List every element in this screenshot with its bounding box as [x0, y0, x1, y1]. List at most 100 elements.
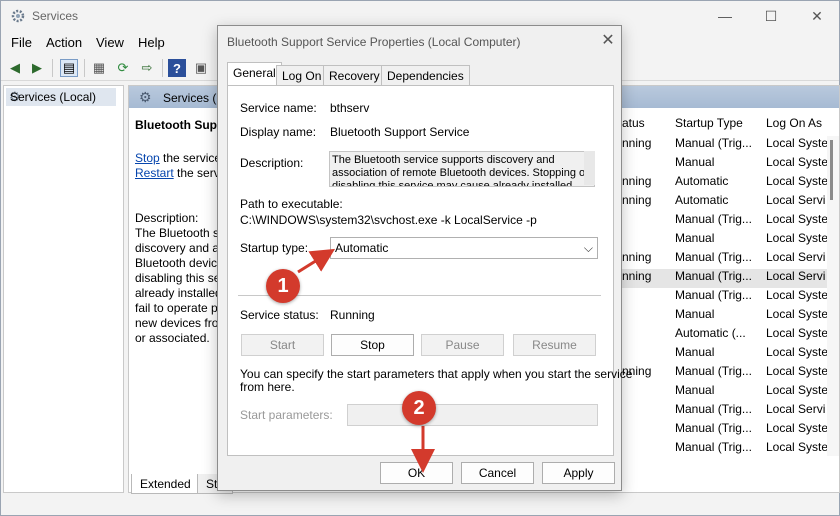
row-log-on-as[interactable]: Local Syste — [766, 326, 828, 340]
row-log-on-as[interactable]: Local Servi — [766, 402, 825, 416]
row-startup-type[interactable]: Automatic — [675, 174, 728, 188]
apply-button[interactable]: Apply — [542, 462, 615, 484]
resume-button[interactable]: Resume — [513, 334, 596, 356]
tab-general[interactable]: General — [227, 62, 282, 86]
row-log-on-as[interactable]: Local Syste — [766, 231, 828, 245]
description-line: The Bluetooth se — [135, 226, 226, 240]
tab-recovery[interactable]: Recovery — [323, 65, 386, 85]
row-log-on-as[interactable]: Local Syste — [766, 364, 828, 378]
description-box[interactable]: The Bluetooth service supports discovery… — [329, 151, 595, 187]
row-log-on-as[interactable]: Local Syste — [766, 288, 828, 302]
row-startup-type[interactable]: Manual (Trig... — [675, 212, 752, 226]
console-tree: ⚙ Services (Local) — [3, 85, 124, 493]
params-help-text: You can specify the start parameters tha… — [240, 367, 633, 381]
row-startup-type[interactable]: Manual — [675, 231, 714, 245]
pause-button[interactable]: Pause — [421, 334, 504, 356]
row-startup-type[interactable]: Manual — [675, 383, 714, 397]
minimize-button[interactable]: — — [702, 1, 748, 31]
show-hide-console-tree-icon[interactable]: ▤ — [60, 59, 78, 77]
scrollbar-thumb[interactable] — [830, 140, 833, 200]
restart-link[interactable]: Restart — [135, 166, 174, 180]
row-startup-type[interactable]: Manual (Trig... — [675, 364, 752, 378]
back-icon[interactable]: ◀ — [6, 59, 24, 77]
row-log-on-as[interactable]: Local Servi — [766, 250, 825, 264]
selected-service-title: Bluetooth Supp — [135, 118, 225, 132]
row-status[interactable]: nning — [622, 193, 651, 207]
vertical-scrollbar[interactable] — [827, 136, 839, 456]
row-log-on-as[interactable]: Local Syste — [766, 136, 828, 150]
column-header-startup-type[interactable]: Startup Type — [675, 116, 743, 130]
row-startup-type[interactable]: Manual (Trig... — [675, 402, 752, 416]
startup-type-value: Automatic — [335, 241, 389, 255]
menu-file[interactable]: File — [11, 35, 32, 50]
column-header-log-on-as[interactable]: Log On As — [766, 116, 822, 130]
row-startup-type[interactable]: Automatic — [675, 193, 728, 207]
close-button[interactable]: ✕ — [794, 1, 840, 31]
row-status[interactable]: nning — [622, 174, 651, 188]
stop-button[interactable]: Stop — [331, 334, 414, 356]
refresh-icon[interactable]: ⟳ — [114, 59, 132, 77]
services-gear-icon: ⚙ — [139, 89, 152, 105]
row-log-on-as[interactable]: Local Syste — [766, 345, 828, 359]
description-line: discovery and as — [135, 241, 226, 255]
description-line: new devices fror — [135, 316, 223, 330]
stop-link[interactable]: Stop — [135, 151, 160, 165]
ok-button[interactable]: OK — [380, 462, 453, 484]
row-startup-type[interactable]: Manual — [675, 155, 714, 169]
menu-view[interactable]: View — [96, 35, 124, 50]
row-startup-type[interactable]: Automatic (... — [675, 326, 746, 340]
row-startup-type[interactable]: Manual (Trig... — [675, 288, 752, 302]
restart-line: Restart the servi — [135, 166, 222, 180]
row-startup-type[interactable]: Manual (Trig... — [675, 136, 752, 150]
row-log-on-as[interactable]: Local Syste — [766, 155, 828, 169]
export-list-icon[interactable]: ⇨ — [138, 59, 156, 77]
tab-extended[interactable]: Extended — [131, 474, 200, 494]
description-line: already installed — [135, 286, 222, 300]
menu-help[interactable]: Help — [138, 35, 165, 50]
description-scrollbar[interactable] — [584, 151, 595, 185]
row-log-on-as[interactable]: Local Syste — [766, 421, 828, 435]
chevron-down-icon: ⌵ — [583, 241, 593, 255]
row-status[interactable]: nning — [622, 136, 651, 150]
properties-icon[interactable]: ▦ — [90, 59, 108, 77]
tree-item-services-local[interactable]: ⚙ Services (Local) — [6, 88, 116, 106]
row-log-on-as[interactable]: Local Syste — [766, 174, 828, 188]
start-params-input[interactable] — [347, 404, 598, 426]
cancel-button[interactable]: Cancel — [461, 462, 534, 484]
tab-log-on[interactable]: Log On — [276, 65, 328, 85]
row-log-on-as[interactable]: Local Servi — [766, 193, 825, 207]
row-log-on-as[interactable]: Local Syste — [766, 307, 828, 321]
toolbar-separator — [52, 59, 53, 77]
row-startup-type[interactable]: Manual (Trig... — [675, 250, 752, 264]
row-status[interactable]: nning — [622, 269, 651, 283]
row-startup-type[interactable]: Manual (Trig... — [675, 440, 752, 454]
row-log-on-as[interactable]: Local Servi — [766, 269, 825, 283]
console-view-icon[interactable]: ▣ — [192, 59, 210, 77]
service-name-value: bthserv — [330, 101, 370, 115]
row-startup-type[interactable]: Manual (Trig... — [675, 421, 752, 435]
display-name-value: Bluetooth Support Service — [330, 125, 470, 139]
tree-item-label: Services (Local) — [10, 90, 97, 104]
maximize-button[interactable]: ☐ — [748, 1, 794, 31]
startup-type-select[interactable]: Automatic ⌵ — [330, 237, 598, 259]
description-line: disabling this se — [135, 271, 221, 285]
column-header-status[interactable]: atus — [622, 116, 645, 130]
dialog-close-button[interactable]: ✕ — [598, 30, 618, 50]
tab-dependencies[interactable]: Dependencies — [381, 65, 470, 85]
description-label: Description: — [135, 211, 199, 225]
stop-text: the service — [159, 151, 222, 165]
row-startup-type[interactable]: Manual — [675, 345, 714, 359]
row-log-on-as[interactable]: Local Syste — [766, 212, 828, 226]
row-startup-type[interactable]: Manual (Trig... — [675, 269, 752, 283]
row-log-on-as[interactable]: Local Syste — [766, 383, 828, 397]
row-log-on-as[interactable]: Local Syste — [766, 440, 828, 454]
forward-icon[interactable]: ▶ — [28, 59, 46, 77]
menu-action[interactable]: Action — [46, 35, 82, 50]
service-status-value: Running — [330, 308, 375, 322]
description-line: Bluetooth device — [135, 256, 224, 270]
row-startup-type[interactable]: Manual — [675, 307, 714, 321]
start-button[interactable]: Start — [241, 334, 324, 356]
help-icon[interactable]: ? — [168, 59, 186, 77]
row-status[interactable]: nning — [622, 250, 651, 264]
stop-line: Stop the service — [135, 151, 221, 165]
